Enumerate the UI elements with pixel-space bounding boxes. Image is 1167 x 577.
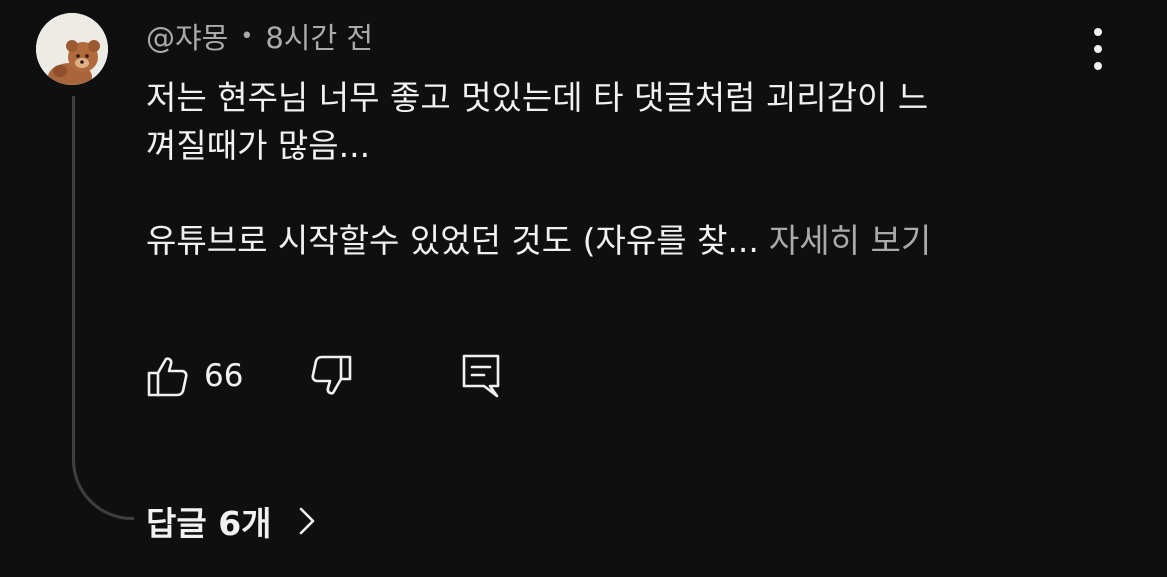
meta-separator: •: [240, 23, 254, 49]
chevron-right-icon: [298, 506, 316, 536]
comment-timestamp[interactable]: 8시간 전: [265, 15, 373, 57]
comment-action-bar: 66: [146, 352, 504, 400]
reply-thread-line: [72, 96, 134, 520]
thumbs-down-icon: [311, 355, 352, 395]
comment-text: 저는 현주님 너무 좋고 멋있는데 타 댓글처럼 괴리감이 느 껴질때가 많음.…: [146, 74, 1106, 265]
comment-text-line: 껴질때가 많음...: [146, 126, 371, 165]
comment-thread: @쟈몽 • 8시간 전 저는 현주님 너무 좋고 멋있는데 타 댓글처럼 괴리감…: [0, 0, 1167, 577]
dislike-button[interactable]: [309, 354, 353, 398]
comment-text-line-truncated: 유튜브로 시작할수 있었던 것도 (자유를 찾... 자세히 보기: [146, 217, 1106, 265]
like-button[interactable]: [146, 354, 190, 398]
more-actions-button[interactable]: [1078, 28, 1118, 70]
vertical-ellipsis-dot: [1094, 45, 1102, 53]
replies-label: 답글 6개: [146, 504, 272, 543]
avatar[interactable]: [36, 13, 108, 85]
comment-text-line: 유튜브로 시작할수 있었던 것도 (자유를 찾...: [146, 221, 759, 260]
teddy-bear-avatar-image: [36, 13, 108, 85]
author-handle[interactable]: @쟈몽: [146, 15, 228, 57]
read-more-link[interactable]: 자세히 보기: [769, 221, 931, 260]
thumbs-up-icon: [147, 357, 188, 397]
view-replies-button[interactable]: 답글 6개: [146, 496, 316, 546]
like-count: 66: [204, 358, 244, 394]
comment-meta: @쟈몽 • 8시간 전: [146, 16, 373, 56]
vertical-ellipsis-dot: [1094, 62, 1102, 70]
reply-button[interactable]: [460, 352, 504, 400]
vertical-ellipsis-icon: [1094, 28, 1102, 36]
comment-text-line: 저는 현주님 너무 좋고 멋있는데 타 댓글처럼 괴리감이 느: [146, 78, 929, 117]
reply-comment-icon: [463, 354, 500, 398]
